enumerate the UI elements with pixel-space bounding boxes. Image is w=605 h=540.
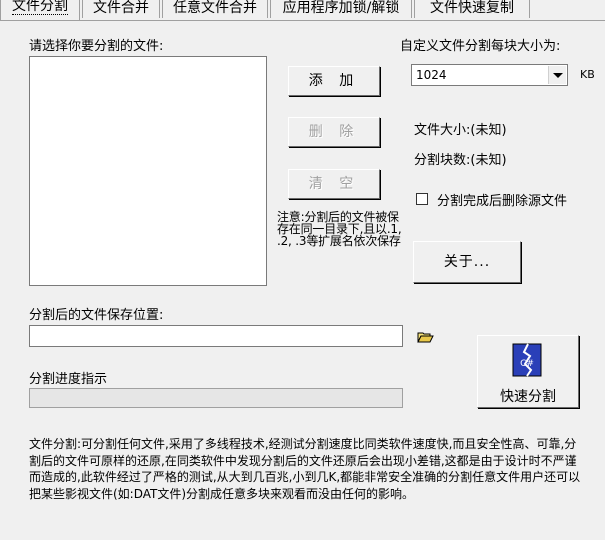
delete-source-label[interactable]: 分割完成后删除源文件: [437, 190, 567, 209]
folder-open-icon[interactable]: [417, 331, 435, 343]
add-button[interactable]: 添 加: [288, 66, 380, 96]
chunk-size-label: 自定义文件分割每块大小为:: [400, 39, 561, 54]
chevron-down-icon[interactable]: [548, 66, 566, 84]
save-note: 注意:分割后的文件被保存在同一目录下,且以.1, .2, .3等扩展名依次保存: [277, 210, 402, 248]
delete-button[interactable]: 删 除: [288, 117, 380, 147]
chunk-size-select[interactable]: 1024: [411, 64, 568, 86]
file-listbox[interactable]: [29, 56, 267, 286]
tab-file-split[interactable]: 文件分割: [0, 0, 80, 20]
chunk-size-value: 1024: [416, 68, 447, 82]
tab-app-lock[interactable]: 应用程序加锁/解锁: [270, 0, 412, 18]
tab-strip: 文件分割 文件合并 任意文件合并 应用程序加锁/解锁 文件快速复制: [0, 0, 605, 22]
tab-fast-copy[interactable]: 文件快速复制: [414, 0, 530, 18]
save-path-field[interactable]: [29, 325, 403, 347]
svg-text:C#: C#: [520, 359, 534, 369]
description-text: 文件分割:可分割任何文件,采用了多线程技术,经测试分割速度比同类软件速度快,而且…: [29, 437, 581, 501]
tab-any-file-merge[interactable]: 任意文件合并: [162, 0, 268, 18]
tab-file-merge[interactable]: 文件合并: [82, 0, 160, 18]
delete-source-checkbox[interactable]: [416, 193, 428, 205]
chunk-unit-label: KB: [580, 68, 595, 81]
chunk-count-label: 分割块数:(未知): [414, 153, 507, 168]
file-size-label: 文件大小:(未知): [414, 123, 507, 138]
tab-divider: [0, 20, 605, 21]
split-file-icon: C#: [510, 342, 546, 378]
save-location-label: 分割后的文件保存位置:: [29, 308, 164, 323]
select-files-label: 请选择你要分割的文件:: [29, 39, 164, 54]
split-progress-bar: [29, 388, 403, 408]
progress-label: 分割进度指示: [29, 372, 108, 387]
about-button[interactable]: 关于...: [413, 241, 521, 283]
clear-button[interactable]: 清 空: [288, 169, 380, 199]
quick-split-button[interactable]: C# 快速分割: [477, 335, 579, 408]
quick-split-label: 快速分割: [500, 389, 556, 405]
